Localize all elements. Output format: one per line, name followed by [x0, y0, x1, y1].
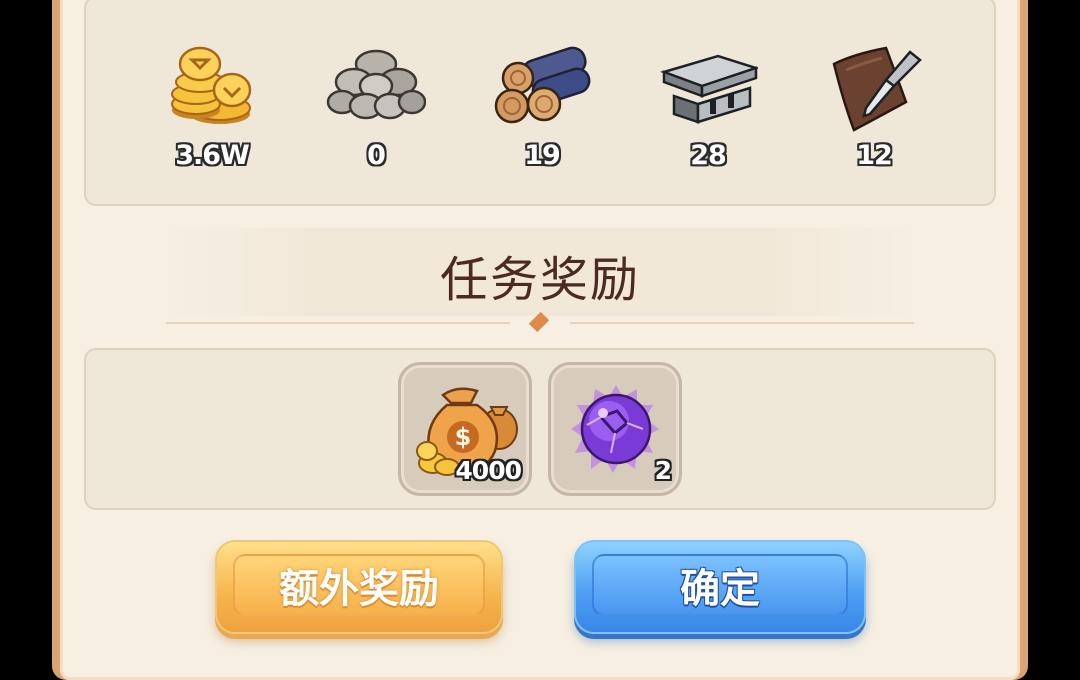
svg-text:$: $ — [455, 423, 472, 451]
confirm-button[interactable]: 确定 — [574, 540, 866, 634]
leather-icon — [832, 46, 922, 132]
resource-iron: 28 — [648, 0, 768, 198]
gold-coins-icon — [171, 46, 252, 124]
reward-slot-purple-orb[interactable]: 2 — [548, 362, 682, 496]
resource-gold: 3.6W — [152, 0, 272, 198]
stone-icon — [326, 49, 426, 120]
extra-reward-label: 额外奖励 — [233, 554, 485, 616]
divider-right — [570, 322, 914, 324]
divider-left — [166, 322, 510, 324]
reward-slot-money-bag[interactable]: $ 4000 — [398, 362, 532, 496]
extra-reward-button[interactable]: 额外奖励 — [215, 540, 503, 634]
reward-panel — [84, 348, 996, 510]
resource-panel: 3.6W 0 19 28 12 — [84, 0, 996, 206]
gold-count: 3.6W — [175, 140, 250, 171]
confirm-label: 确定 — [592, 554, 848, 616]
iron-count: 28 — [690, 140, 727, 171]
iron-ingot-icon — [660, 54, 758, 124]
leather-count: 12 — [856, 140, 893, 171]
wood-icon — [494, 46, 591, 124]
wood-count: 19 — [524, 140, 561, 171]
resource-stone: 0 — [316, 0, 436, 198]
money-bag-count: 4000 — [455, 456, 522, 485]
resource-wood: 19 — [482, 0, 602, 198]
rewards-title: 任务奖励 — [439, 252, 640, 308]
resource-leather: 12 — [814, 0, 934, 198]
purple-orb-count: 2 — [654, 456, 672, 485]
stone-count: 0 — [367, 140, 386, 171]
